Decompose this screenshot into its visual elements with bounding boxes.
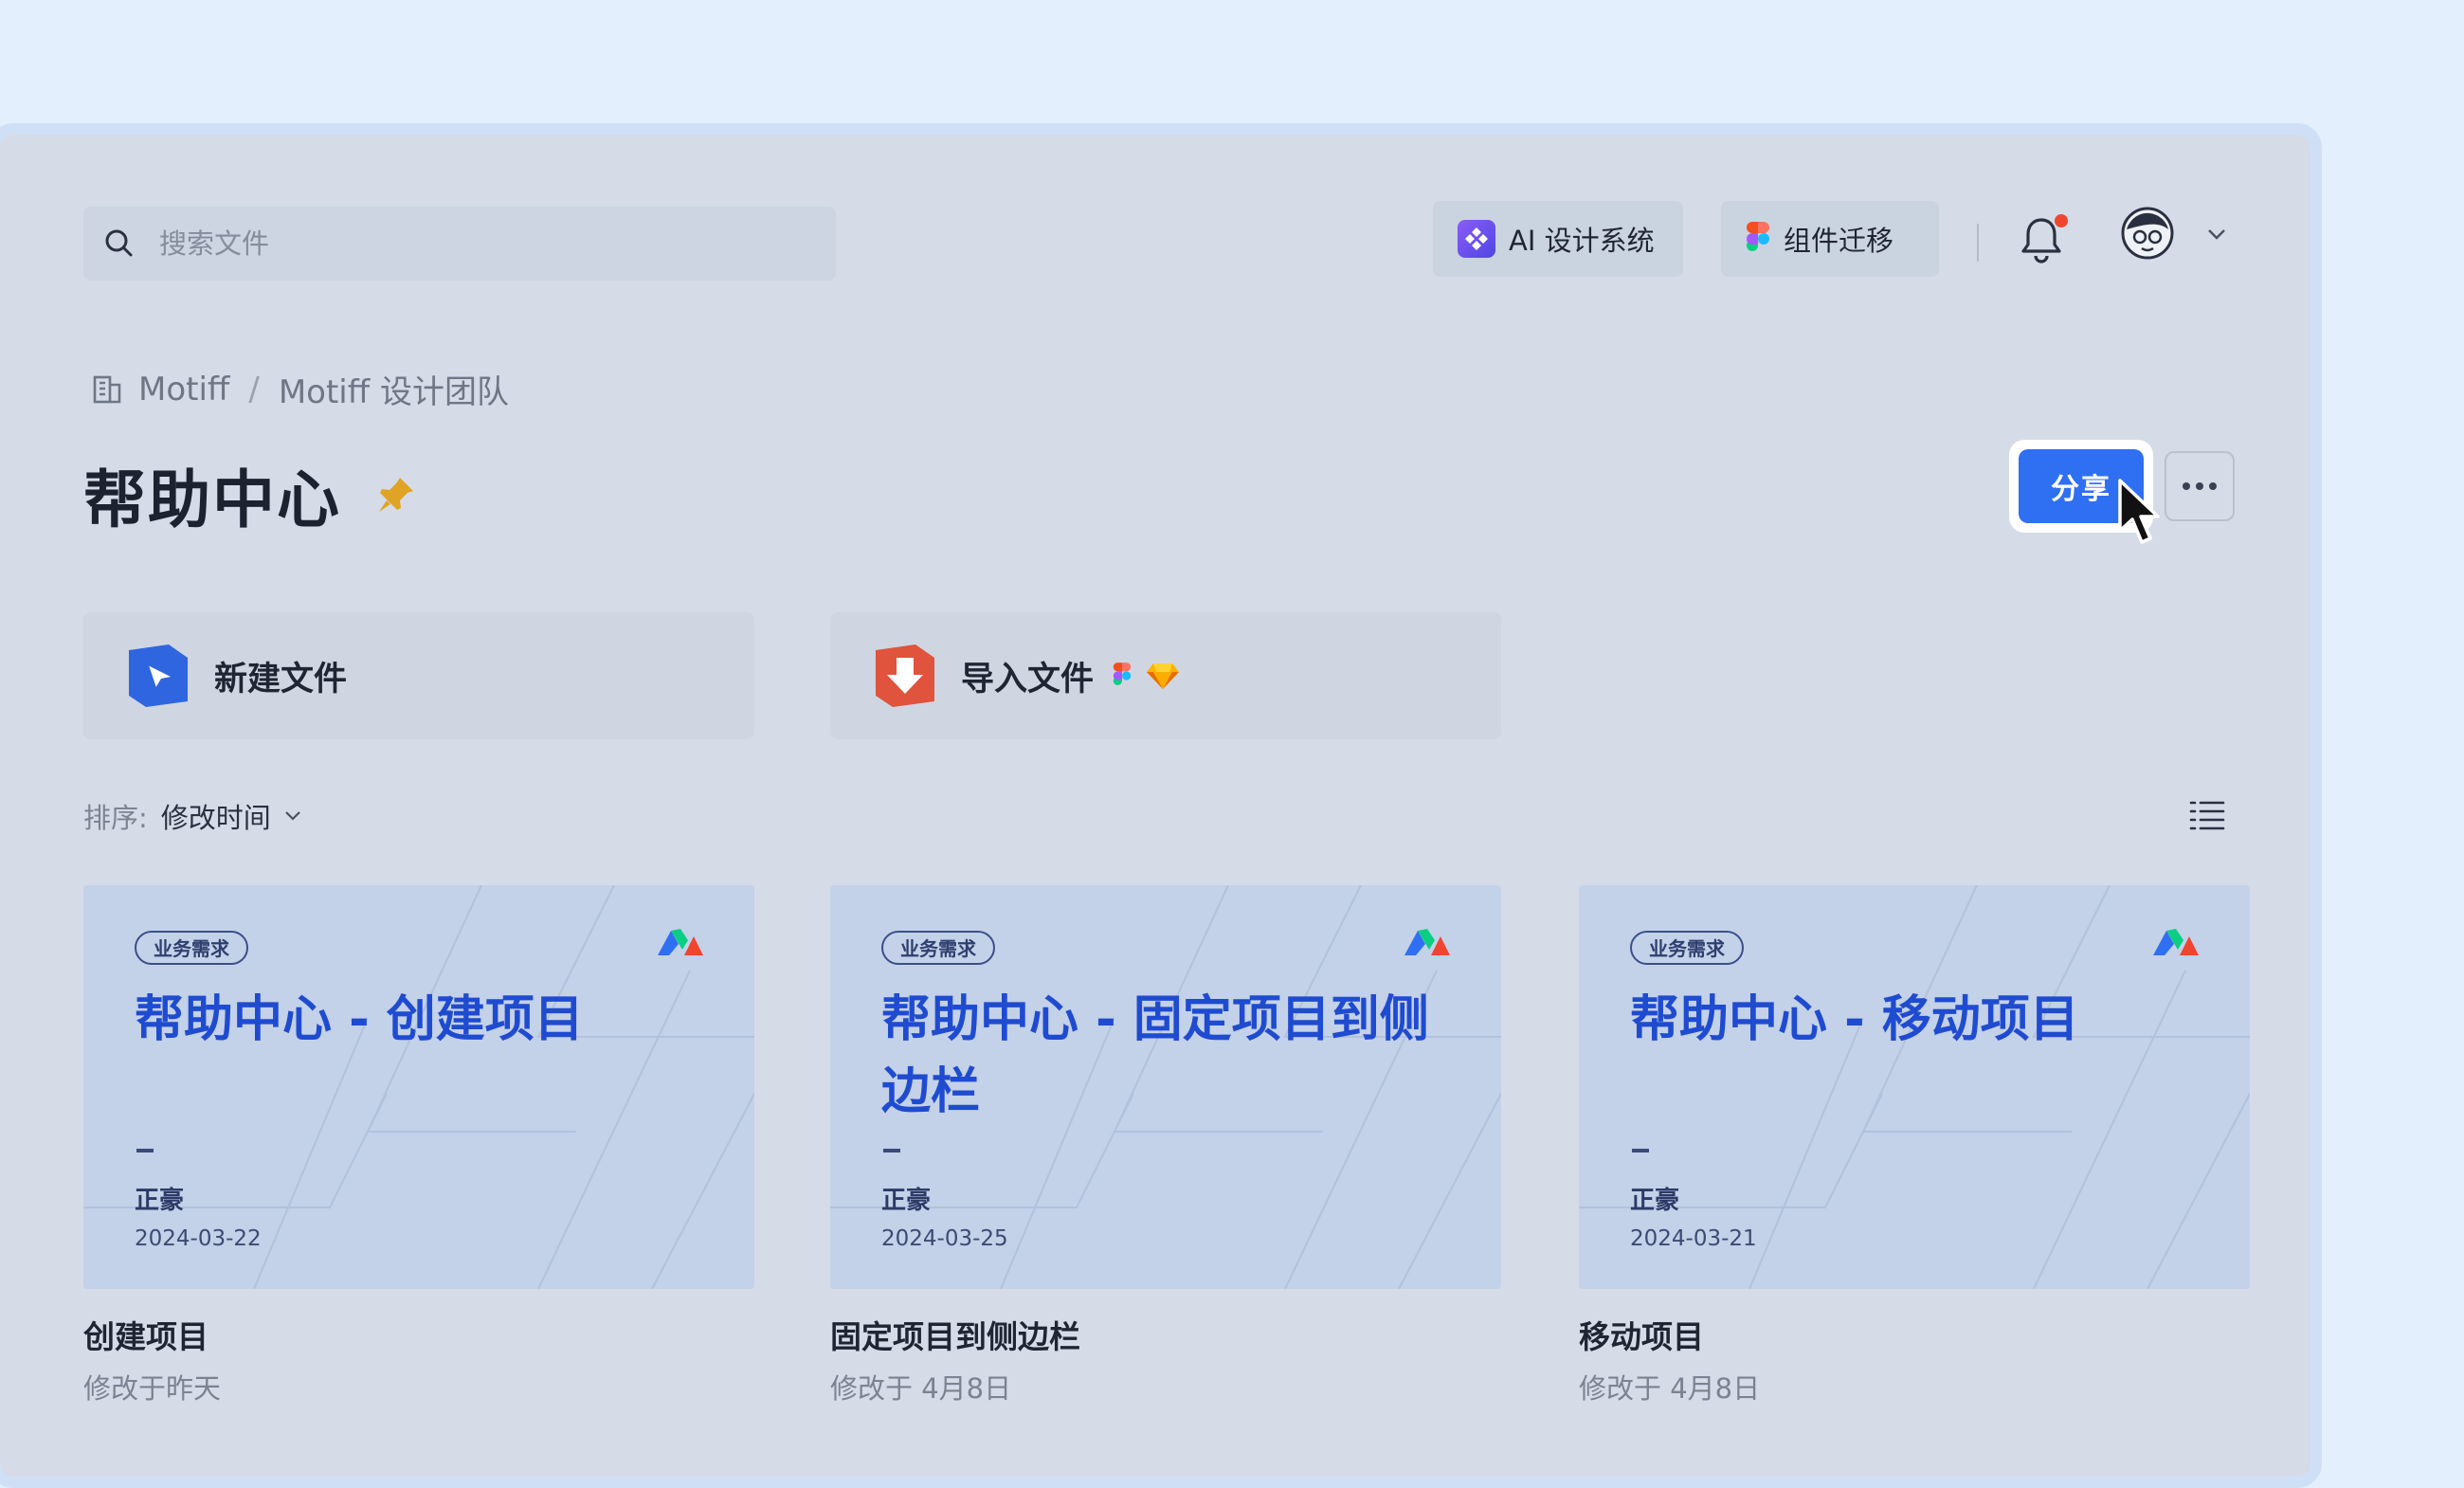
import-file-label: 导入文件: [961, 660, 1095, 699]
motiff-logo-icon: [1404, 929, 1450, 955]
thumbnail-dash: [883, 1149, 900, 1152]
new-file-label: 新建文件: [214, 660, 348, 699]
sketch-icon: [1147, 663, 1180, 689]
chevron-down-icon: [285, 811, 300, 821]
file-card[interactable]: 业务需求 帮助中心 - 固定项目到侧边栏 正豪 2024-03-25 固定项目到…: [830, 885, 1501, 1405]
file-card[interactable]: 业务需求 帮助中心 - 创建项目 正豪 2024-03-22 创建项目 修改于昨…: [83, 885, 754, 1405]
file-name[interactable]: 移动项目: [1579, 1312, 1704, 1357]
ai-design-system-icon: [1458, 220, 1495, 258]
new-file-icon: [129, 644, 188, 707]
ai-design-system-button[interactable]: AI 设计系统: [1433, 201, 1683, 277]
building-icon: [93, 375, 121, 403]
figma-icon: [1747, 222, 1769, 251]
breadcrumb-org[interactable]: Motiff: [138, 371, 229, 408]
file-modified: 修改于 4月8日: [1579, 1372, 1761, 1405]
breadcrumb: Motiff / Motiff 设计团队: [91, 366, 509, 412]
page-title: 帮助中心: [83, 449, 419, 540]
thumbnail-author: 正豪: [881, 1187, 932, 1215]
search-placeholder: 搜索文件: [159, 227, 270, 260]
file-card[interactable]: 业务需求 帮助中心 - 移动项目 正豪 2024-03-21 移动项目 修改于 …: [1579, 885, 2250, 1405]
file-tag: 业务需求: [135, 931, 248, 965]
thumbnail-title: 帮助中心 - 固定项目到侧边栏: [881, 991, 1429, 1120]
file-thumbnail[interactable]: 业务需求 帮助中心 - 移动项目 正豪 2024-03-21: [1579, 885, 2250, 1289]
new-file-button[interactable]: 新建文件: [83, 612, 754, 739]
motiff-logo-icon: [658, 929, 703, 955]
more-dot-icon: [2209, 482, 2217, 490]
thumbnail-author: 正豪: [135, 1187, 185, 1215]
page-title-text: 帮助中心: [83, 463, 341, 536]
chevron-down-icon[interactable]: [2206, 227, 2227, 241]
file-tag: 业务需求: [1630, 931, 1744, 965]
file-modified: 修改于昨天: [83, 1372, 222, 1405]
more-dot-icon: [2196, 482, 2203, 490]
import-file-button[interactable]: 导入文件: [830, 612, 1501, 739]
pin-icon[interactable]: [373, 472, 419, 517]
thumbnail-date: 2024-03-21: [1630, 1226, 1757, 1251]
notification-badge: [2055, 214, 2068, 227]
mouse-cursor-icon: [2118, 479, 2160, 544]
search-icon: [105, 229, 133, 257]
thumbnail-date: 2024-03-22: [135, 1226, 262, 1251]
thumbnail-title: 帮助中心 - 创建项目: [135, 991, 584, 1048]
more-options-button[interactable]: [2165, 451, 2235, 521]
thumbnail-date: 2024-03-25: [881, 1226, 1008, 1251]
file-tag: 业务需求: [881, 931, 995, 965]
breadcrumb-team[interactable]: Motiff 设计团队: [279, 366, 509, 412]
file-thumbnail[interactable]: 业务需求 帮助中心 - 固定项目到侧边栏 正豪 2024-03-25: [830, 885, 1501, 1289]
header-divider: [1977, 224, 1979, 262]
sort-value[interactable]: 修改时间: [161, 796, 271, 836]
list-view-icon[interactable]: [2189, 798, 2225, 832]
thumbnail-author: 正豪: [1630, 1187, 1680, 1215]
file-name[interactable]: 固定项目到侧边栏: [830, 1312, 1080, 1357]
more-dot-icon: [2183, 482, 2190, 490]
breadcrumb-separator: /: [248, 370, 260, 408]
thumbnail-dash: [1632, 1149, 1649, 1152]
app-window: 搜索文件 AI 设计系统 组件迁移 Motiff / Motiff 设计团队 帮…: [0, 123, 2322, 1488]
thumbnail-title: 帮助中心 - 移动项目: [1630, 991, 2079, 1048]
thumbnail-dash: [136, 1149, 154, 1152]
search-input[interactable]: 搜索文件: [83, 207, 836, 281]
sort-control[interactable]: 排序: 修改时间: [83, 796, 301, 836]
figma-icon: [1113, 662, 1132, 685]
ai-design-system-label: AI 设计系统: [1509, 225, 1655, 257]
avatar[interactable]: [2121, 207, 2174, 260]
file-thumbnail[interactable]: 业务需求 帮助中心 - 创建项目 正豪 2024-03-22: [83, 885, 754, 1289]
motiff-logo-icon: [2153, 929, 2199, 955]
component-migration-label: 组件迁移: [1784, 225, 1894, 257]
import-file-icon: [876, 644, 934, 707]
file-modified: 修改于 4月8日: [830, 1372, 1012, 1405]
sort-label: 排序:: [83, 802, 148, 834]
component-migration-button[interactable]: 组件迁移: [1721, 201, 1939, 277]
file-name[interactable]: 创建项目: [83, 1312, 208, 1357]
